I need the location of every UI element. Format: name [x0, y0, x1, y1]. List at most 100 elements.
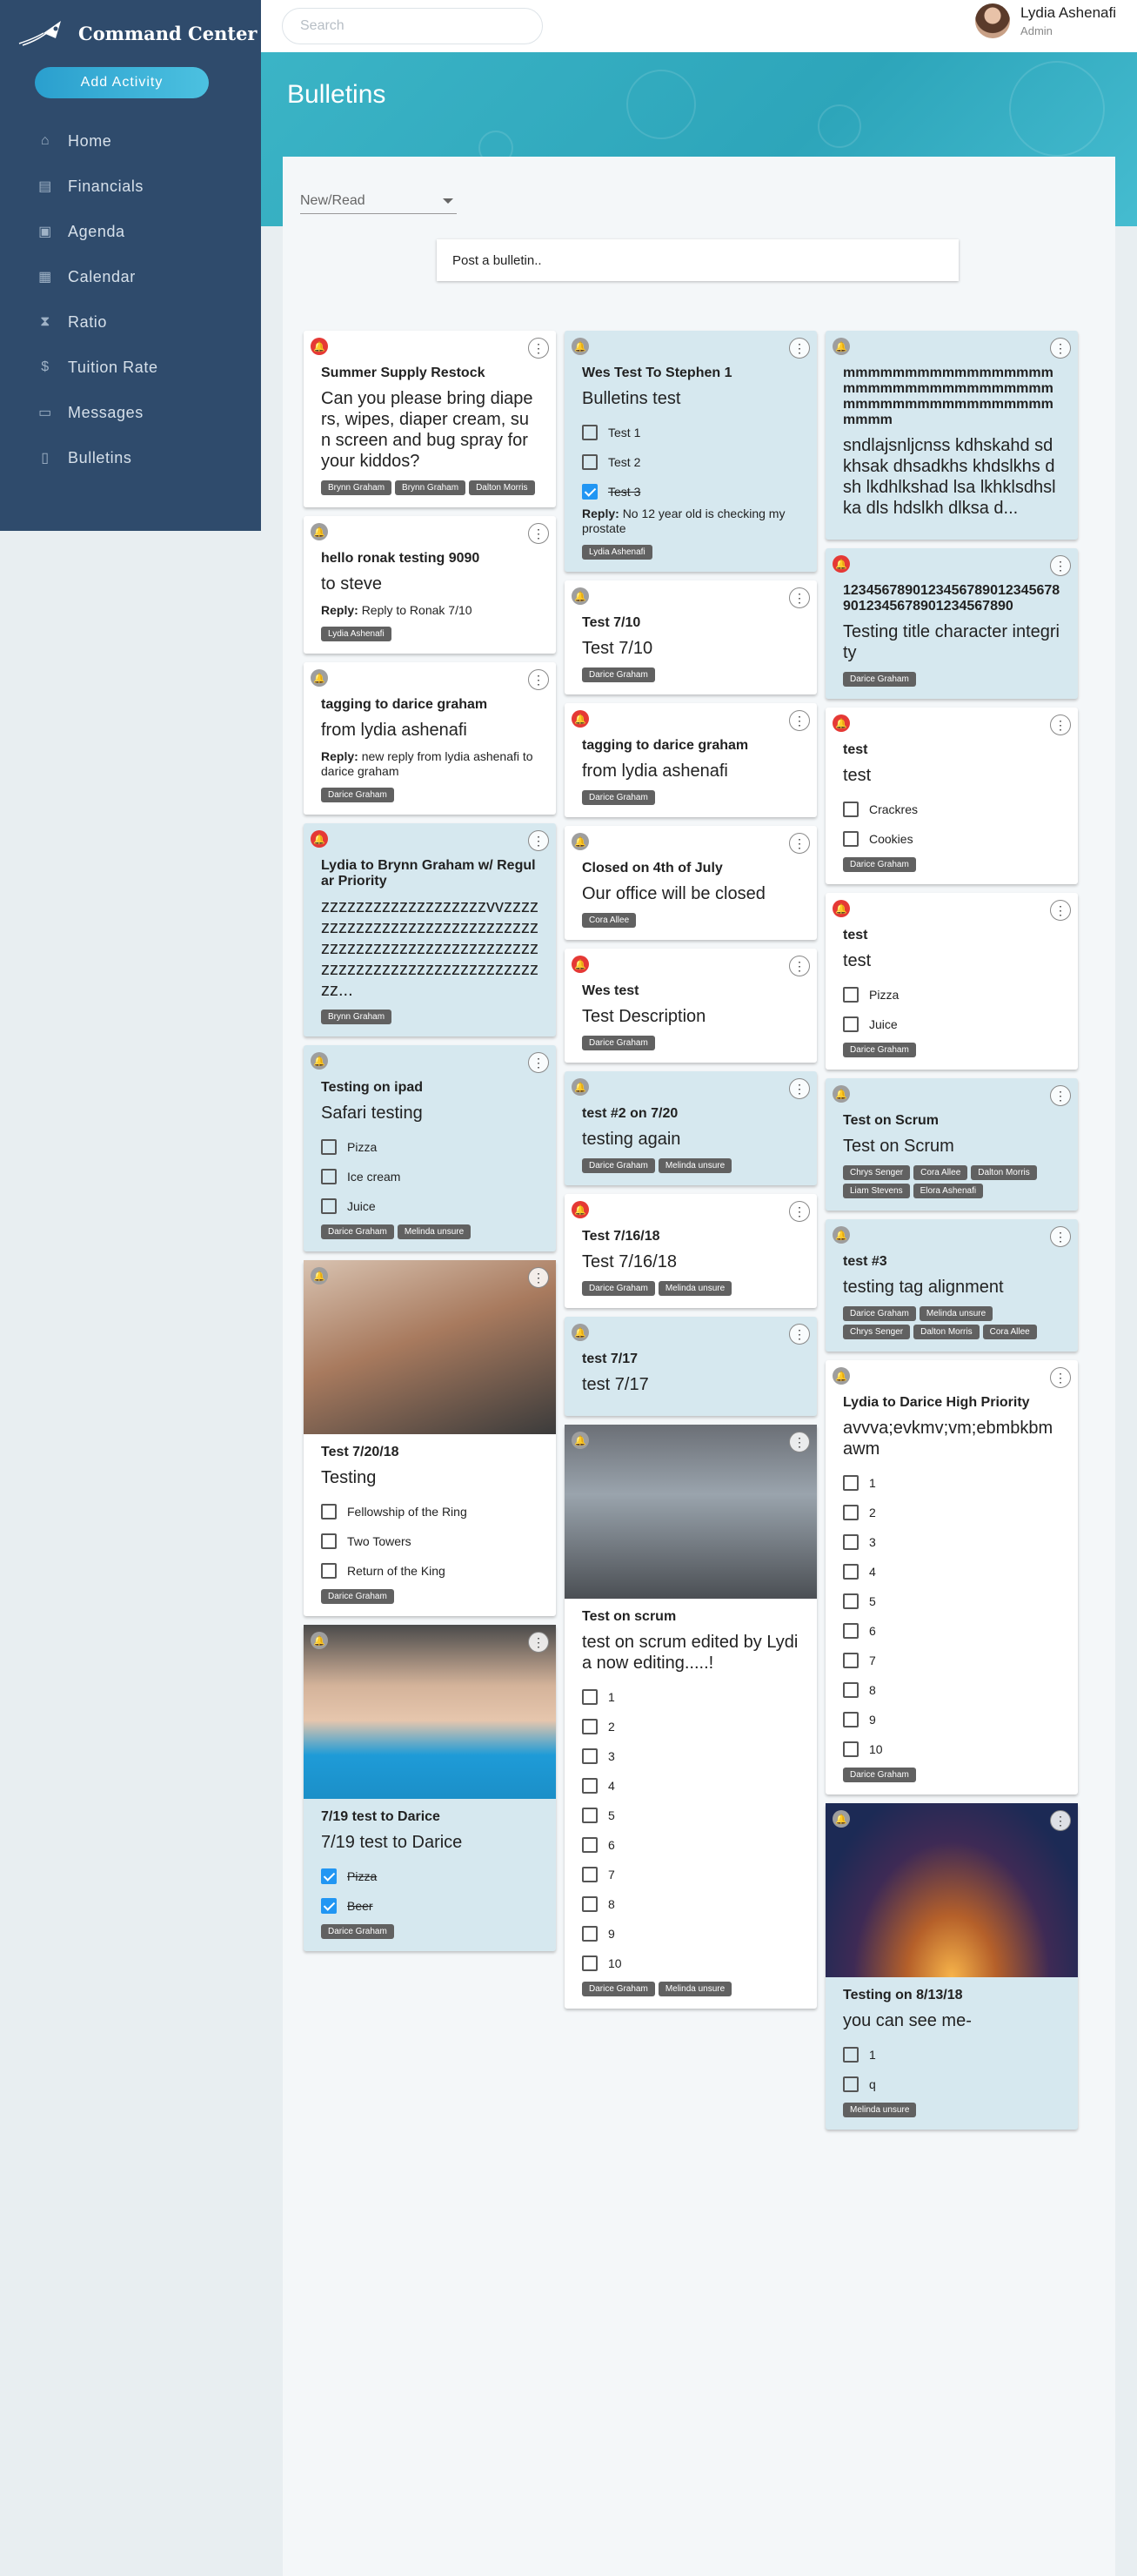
tag-chip[interactable]: Melinda unsure	[658, 1982, 732, 1996]
checkbox[interactable]	[843, 1653, 859, 1668]
bell-icon[interactable]: 🔔	[311, 830, 328, 848]
checkbox[interactable]	[843, 1564, 859, 1580]
checklist-item[interactable]: Fellowship of the Ring	[321, 1497, 538, 1526]
more-options-icon[interactable]: ⋮	[528, 1632, 549, 1653]
checkbox[interactable]	[843, 2076, 859, 2092]
checkbox[interactable]	[582, 1867, 598, 1882]
checklist-item[interactable]: 7	[582, 1860, 799, 1889]
more-options-icon[interactable]: ⋮	[789, 1078, 810, 1099]
bulletin-card[interactable]: 🔔 ⋮ test #3 testing tag alignment Darice Gra…	[826, 1219, 1078, 1352]
bulletin-card[interactable]: 🔔 ⋮ 12345678901234567890123456789012345678…	[826, 548, 1078, 699]
checkbox[interactable]	[321, 1533, 337, 1549]
checklist-item[interactable]: Beer	[321, 1891, 538, 1921]
tag-chip[interactable]: Darice Graham	[321, 1924, 394, 1939]
tag-chip[interactable]: Darice Graham	[321, 788, 394, 802]
checkbox[interactable]	[321, 1898, 337, 1914]
bulletin-card[interactable]: 🔔 ⋮ Test 7/16/18 Test 7/16/18 Darice Graham M…	[565, 1194, 817, 1308]
checklist-item[interactable]: Test 2	[582, 447, 799, 477]
tag-chip[interactable]: Darice Graham	[582, 667, 655, 682]
bell-icon[interactable]: 🔔	[311, 338, 328, 355]
checklist-item[interactable]: 2	[843, 1498, 1060, 1527]
checkbox[interactable]	[321, 1139, 337, 1155]
more-options-icon[interactable]: ⋮	[789, 1324, 810, 1345]
checklist-item[interactable]: 6	[843, 1616, 1060, 1646]
bell-icon[interactable]: 🔔	[833, 1226, 850, 1244]
bell-icon[interactable]: 🔔	[311, 1267, 328, 1285]
bell-icon[interactable]: 🔔	[572, 1078, 589, 1096]
tag-chip[interactable]: Melinda unsure	[658, 1281, 732, 1296]
tag-chip[interactable]: Darice Graham	[582, 790, 655, 805]
more-options-icon[interactable]: ⋮	[528, 830, 549, 851]
checklist-item[interactable]: Test 3	[582, 477, 799, 506]
checklist-item[interactable]: Cookies	[843, 824, 1060, 854]
checkbox[interactable]	[843, 1682, 859, 1698]
tag-chip[interactable]: Melinda unsure	[919, 1306, 993, 1321]
bulletin-card[interactable]: 🔔 ⋮ hello ronak testing 9090 to steve Reply:…	[304, 516, 556, 654]
more-options-icon[interactable]: ⋮	[789, 1432, 810, 1452]
checkbox[interactable]	[843, 987, 859, 1003]
tag-chip[interactable]: Darice Graham	[843, 672, 916, 687]
checklist-item[interactable]: 4	[582, 1771, 799, 1801]
checklist-item[interactable]: 1	[843, 1468, 1060, 1498]
bulletin-card[interactable]: 🔔 ⋮ Testing on ipad Safari testing Pizza Ice …	[304, 1045, 556, 1251]
checkbox[interactable]	[582, 1689, 598, 1705]
more-options-icon[interactable]: ⋮	[528, 338, 549, 359]
checklist-item[interactable]: 5	[843, 1587, 1060, 1616]
tag-chip[interactable]: Melinda unsure	[658, 1158, 732, 1173]
checkbox[interactable]	[843, 1475, 859, 1491]
bulletin-card[interactable]: 🔔 ⋮ mmmmmmmmmmmmmmmmmmmmmmmmmmmmmmmmmmmmmm…	[826, 331, 1078, 540]
sidebar-item-ratio[interactable]: ⧗ Ratio	[0, 299, 261, 345]
tag-chip[interactable]: Cora Allee	[582, 913, 637, 928]
checkbox[interactable]	[843, 1741, 859, 1757]
sidebar-item-agenda[interactable]: ▣ Agenda	[0, 209, 261, 254]
tag-chip[interactable]: Melinda unsure	[843, 2103, 917, 2117]
bulletin-card[interactable]: 🔔 ⋮ test test Crackres Cookies Darice Graham	[826, 708, 1078, 884]
tag-chip[interactable]: Dalton Morris	[971, 1165, 1037, 1180]
checklist-item[interactable]: 1	[582, 1682, 799, 1712]
more-options-icon[interactable]: ⋮	[789, 956, 810, 976]
checkbox[interactable]	[843, 1505, 859, 1520]
tag-chip[interactable]: Darice Graham	[582, 1158, 655, 1173]
sidebar-item-bulletins[interactable]: ▯ Bulletins	[0, 435, 261, 480]
bell-icon[interactable]: 🔔	[833, 1810, 850, 1828]
tag-chip[interactable]: Dalton Morris	[469, 480, 535, 495]
bell-icon[interactable]: 🔔	[833, 714, 850, 732]
sidebar-item-calendar[interactable]: ▦ Calendar	[0, 254, 261, 299]
checklist-item[interactable]: 6	[582, 1830, 799, 1860]
user-menu[interactable]: Lydia Ashenafi Admin	[975, 3, 1116, 38]
more-options-icon[interactable]: ⋮	[789, 1201, 810, 1222]
tag-chip[interactable]: Lydia Ashenafi	[582, 545, 652, 560]
bell-icon[interactable]: 🔔	[833, 338, 850, 355]
checklist-item[interactable]: 9	[582, 1919, 799, 1949]
checklist-item[interactable]: q	[843, 2070, 1060, 2099]
checkbox[interactable]	[582, 1808, 598, 1823]
bell-icon[interactable]: 🔔	[572, 956, 589, 973]
tag-chip[interactable]: Dalton Morris	[913, 1325, 980, 1339]
more-options-icon[interactable]: ⋮	[1050, 555, 1071, 576]
checklist-item[interactable]: 2	[582, 1712, 799, 1741]
post-bulletin-input[interactable]: Post a bulletin..	[437, 239, 959, 281]
checkbox[interactable]	[582, 1926, 598, 1942]
checklist-item[interactable]: 3	[843, 1527, 1060, 1557]
more-options-icon[interactable]: ⋮	[1050, 1810, 1071, 1831]
more-options-icon[interactable]: ⋮	[528, 1267, 549, 1288]
checkbox[interactable]	[321, 1563, 337, 1579]
checklist-item[interactable]: 8	[843, 1675, 1060, 1705]
add-activity-button[interactable]: Add Activity	[35, 67, 209, 98]
bulletin-card[interactable]: 🔔 ⋮ Wes test Test Description Darice Graham	[565, 949, 817, 1063]
checkbox[interactable]	[321, 1169, 337, 1184]
checklist-item[interactable]: 5	[582, 1801, 799, 1830]
bulletin-card[interactable]: 🔔 ⋮ Testing on 8/13/18 you can see me- 1 q Mel…	[826, 1803, 1078, 2130]
bulletin-card[interactable]: 🔔 ⋮ Lydia to Brynn Graham w/ Regular Prior…	[304, 823, 556, 1036]
bell-icon[interactable]: 🔔	[572, 710, 589, 728]
sidebar-item-home[interactable]: ⌂ Home	[0, 118, 261, 164]
tag-chip[interactable]: Darice Graham	[582, 1281, 655, 1296]
more-options-icon[interactable]: ⋮	[789, 833, 810, 854]
bulletin-card[interactable]: 🔔 ⋮ Lydia to Darice High Priority avvva;evk…	[826, 1360, 1078, 1794]
checkbox[interactable]	[321, 1868, 337, 1884]
checkbox[interactable]	[582, 1896, 598, 1912]
bell-icon[interactable]: 🔔	[311, 669, 328, 687]
checklist-item[interactable]: Pizza	[843, 980, 1060, 1010]
checkbox[interactable]	[843, 831, 859, 847]
sidebar-item-tuition-rate[interactable]: $ Tuition Rate	[0, 345, 261, 390]
